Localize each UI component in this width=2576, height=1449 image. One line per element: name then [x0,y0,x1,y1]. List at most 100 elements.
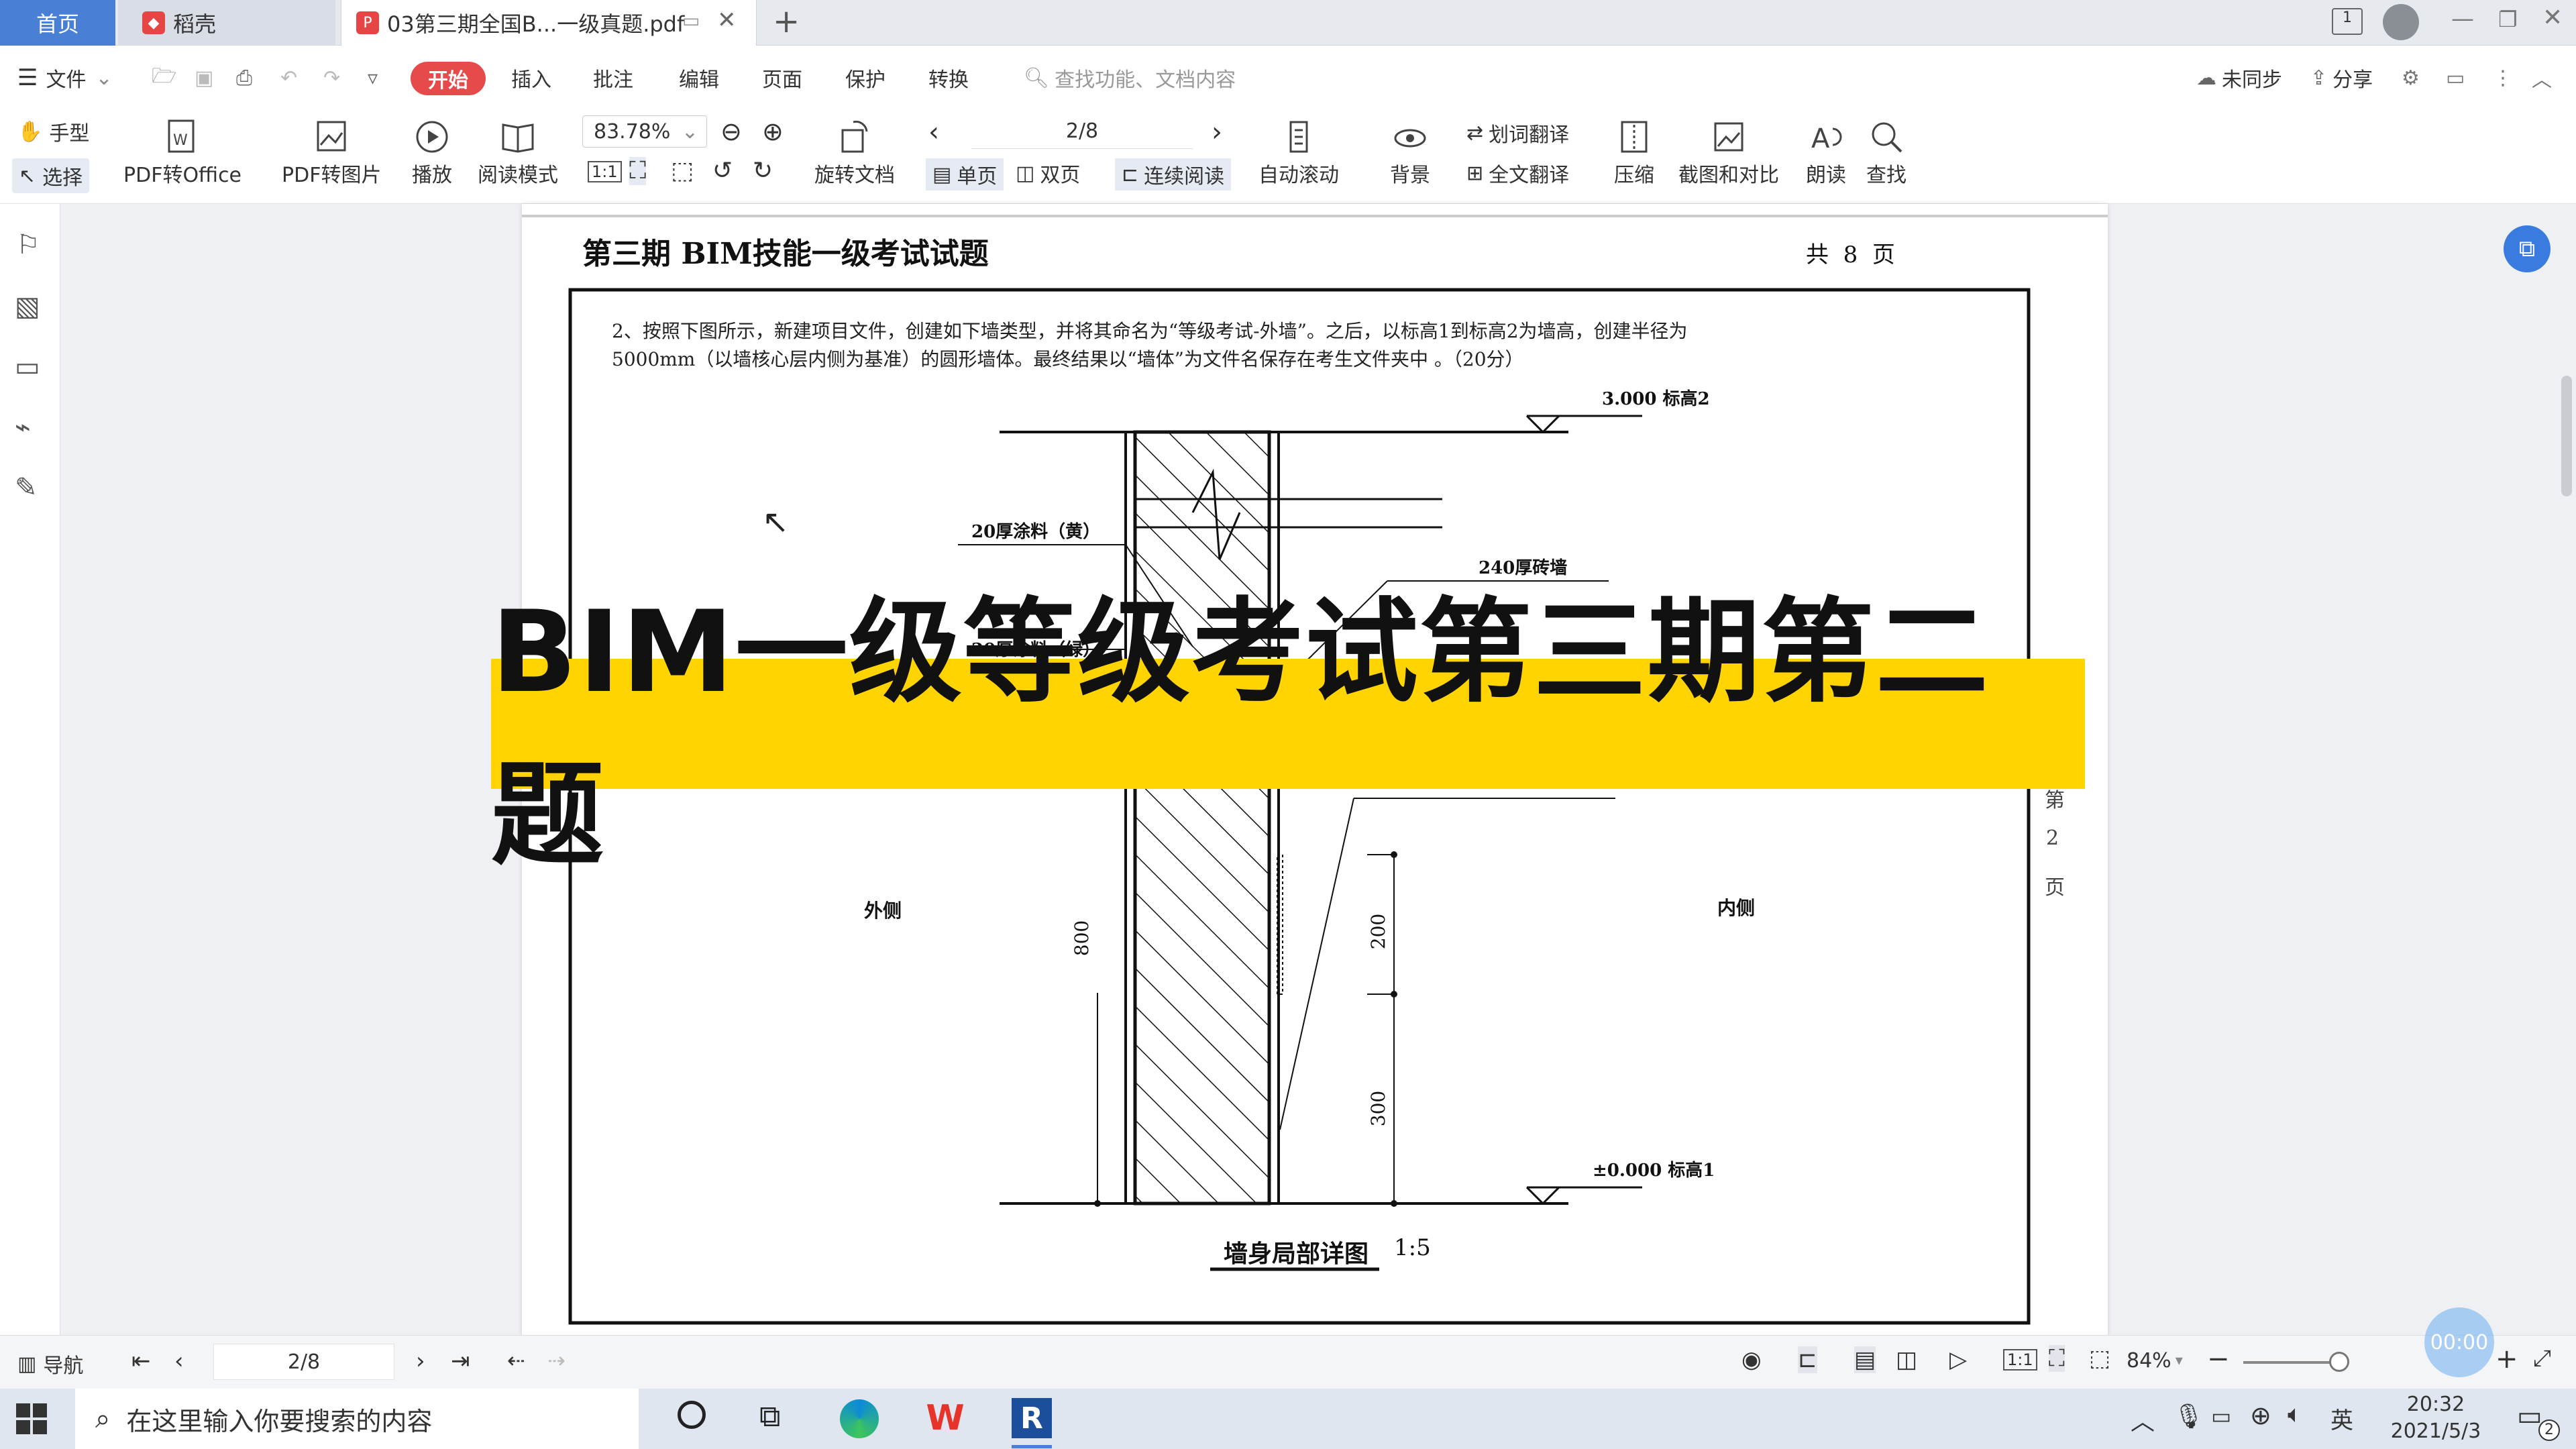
fit-width-status-icon[interactable]: ⬚ [2089,1345,2110,1372]
single-page-button[interactable]: ▤ 单页 [926,158,1004,191]
menu-insert[interactable]: 插入 [511,59,551,97]
find-button[interactable]: 查找 [1865,115,1908,188]
hand-tool[interactable]: ✋ 手型 [17,117,89,146]
zoom-select[interactable]: 83.78% ⌄ [582,115,707,148]
new-tab-icon[interactable]: + [773,3,800,40]
restore-icon[interactable]: ❐ [2498,7,2518,32]
screenshot-compare-button[interactable]: 截图和对比 [1678,115,1779,188]
more-icon[interactable]: ⋮ [2493,59,2513,97]
last-page-icon[interactable]: ⇥ [451,1348,470,1375]
rotate-document-button[interactable]: 旋转文档 [814,115,895,188]
rotate-right-icon[interactable]: ↻ [753,157,773,184]
close-tab-icon[interactable]: ✕ [717,7,737,34]
share-button[interactable]: ⇪ 分享 [2310,59,2373,97]
cortana-icon[interactable] [678,1401,706,1429]
minimize-icon[interactable]: — [2451,5,2474,32]
actual-size-icon[interactable]: 1:1 [588,161,622,182]
menu-start[interactable]: 开始 [411,62,486,95]
navigation-toggle[interactable]: ▥ 导航 [17,1349,83,1379]
clock-time[interactable]: 20:32 [2385,1393,2486,1416]
pdf-to-image-button[interactable]: PDF转图片 [282,115,381,188]
play-status-icon[interactable]: ▷ [1949,1346,1967,1373]
compress-button[interactable]: 压缩 [1613,115,1656,188]
menu-convert[interactable]: 转换 [928,59,969,97]
menu-page[interactable]: 页面 [762,59,802,97]
window-count-icon[interactable]: 1 [2332,8,2363,35]
menu-annotate[interactable]: 批注 [593,59,633,97]
zoom-out-status-icon[interactable]: − [2207,1344,2230,1375]
single-status-icon[interactable]: ▤ [1854,1346,1876,1373]
prev-page-status-icon[interactable]: ‹ [174,1348,184,1375]
sync-status[interactable]: ☁ 未同步 [2196,59,2282,97]
next-page-icon[interactable]: › [1212,117,1222,148]
eye-protect-icon[interactable]: ◉ [1741,1346,1762,1373]
actual-size-status-icon[interactable]: 1:1 [2003,1349,2037,1371]
taskbar-search-box[interactable]: ⌕ 在这里输入你要搜索的内容 [75,1389,639,1449]
collapse-ribbon-icon[interactable]: ︿ [2532,59,2552,97]
bookmark-icon[interactable]: ⚐ [16,229,40,260]
double-page-button[interactable]: ◫ 双页 [1016,158,1080,188]
double-status-icon[interactable]: ◫ [1896,1346,1917,1373]
read-mode-button[interactable]: 阅读模式 [478,115,558,188]
floating-assistant-icon[interactable]: ⧉ [2504,225,2551,272]
zoom-slider-thumb[interactable] [2329,1352,2349,1372]
first-page-icon[interactable]: ⇤ [131,1348,151,1375]
zoom-out-icon[interactable]: ⊖ [720,117,742,146]
menu-protect[interactable]: 保护 [845,59,885,97]
menu-edit[interactable]: 编辑 [679,59,719,97]
status-zoom[interactable]: 84% ▾ [2127,1349,2183,1373]
tab-daoke[interactable]: ◆ 稻壳 [118,0,335,46]
revit-icon[interactable]: R [1012,1398,1052,1438]
rotate-left-icon[interactable]: ↺ [712,157,733,184]
save-icon[interactable]: ▣ [195,59,213,97]
play-button[interactable]: 播放 [411,115,453,188]
network-icon[interactable]: ⊕ [2250,1401,2271,1430]
prev-page-icon[interactable]: ‹ [928,117,939,148]
task-view-icon[interactable]: ⧉ [759,1399,780,1434]
forward-icon[interactable]: ⇢ [547,1348,566,1373]
ime-indicator[interactable]: 英 [2330,1402,2353,1435]
tab-pdf-document[interactable]: P 03第三期全国B...一级真题.pdf ▭ ✕ [341,0,757,46]
fullscreen-icon[interactable]: ⤢ [2533,1345,2551,1372]
undo-icon[interactable]: ↶ [280,59,297,97]
vertical-scrollbar-thumb[interactable] [2561,376,2572,496]
tray-expand-icon[interactable]: ︿ [2131,1402,2155,1437]
next-page-status-icon[interactable]: › [416,1348,425,1375]
back-icon[interactable]: ⇠ [507,1348,525,1373]
zoom-in-status-icon[interactable]: + [2496,1344,2518,1375]
redo-icon[interactable]: ↷ [323,59,340,97]
page-input[interactable]: 2/8 [971,114,1193,149]
fit-page-status-icon[interactable]: ⛶ [2049,1345,2065,1372]
attachment-icon[interactable]: ⌁ [15,412,31,443]
zoom-in-icon[interactable]: ⊕ [762,117,784,146]
signature-icon[interactable]: ✎ [15,472,38,503]
fit-width-icon[interactable]: ⬚ [671,157,694,184]
thumbnail-icon[interactable]: ▧ [15,291,40,322]
clock-date[interactable]: 2021/5/3 [2379,1419,2493,1443]
full-translate-button[interactable]: ⊞ 全文翻译 [1466,158,1569,188]
print-icon[interactable]: ⎙ [236,59,252,97]
settings-icon[interactable]: ⚙ [2402,59,2420,97]
tab-home[interactable]: 首页 [0,0,115,46]
comment-icon[interactable]: ▭ [2446,59,2465,97]
word-translate-button[interactable]: ⇄ 划词翻译 [1466,118,1569,148]
open-icon[interactable]: 🗁 [152,59,176,97]
file-menu[interactable]: ☰ 文件 ⌄ [17,59,113,97]
continuous-status-icon[interactable]: ⊏ [1798,1346,1817,1373]
status-page-input[interactable]: 2/8 [213,1344,394,1380]
wps-office-icon[interactable]: W [924,1398,966,1440]
quick-access-dropdown-icon[interactable]: ▿ [368,59,378,97]
avatar[interactable] [2383,4,2419,40]
continuous-read-button[interactable]: ⊏ 连续阅读 [1115,158,1232,191]
auto-scroll-button[interactable]: 自动滚动 [1258,115,1339,188]
battery-icon[interactable]: ▭ [2211,1403,2231,1429]
pdf-to-office-button[interactable]: W PDF转Office [123,115,241,188]
pin-icon[interactable]: ▭ [682,9,700,32]
select-tool[interactable]: ↖ 选择 [12,158,90,193]
volume-icon[interactable]: 🔈︎ [2288,1401,2302,1429]
search-box[interactable]: 🔍︎ 查找功能、文档内容 [1024,59,1236,97]
read-aloud-button[interactable]: A 朗读 [1805,115,1847,188]
fit-page-icon[interactable]: ⛶ [629,157,647,185]
background-button[interactable]: 背景 [1389,115,1432,188]
windows-start-icon[interactable] [16,1403,47,1434]
